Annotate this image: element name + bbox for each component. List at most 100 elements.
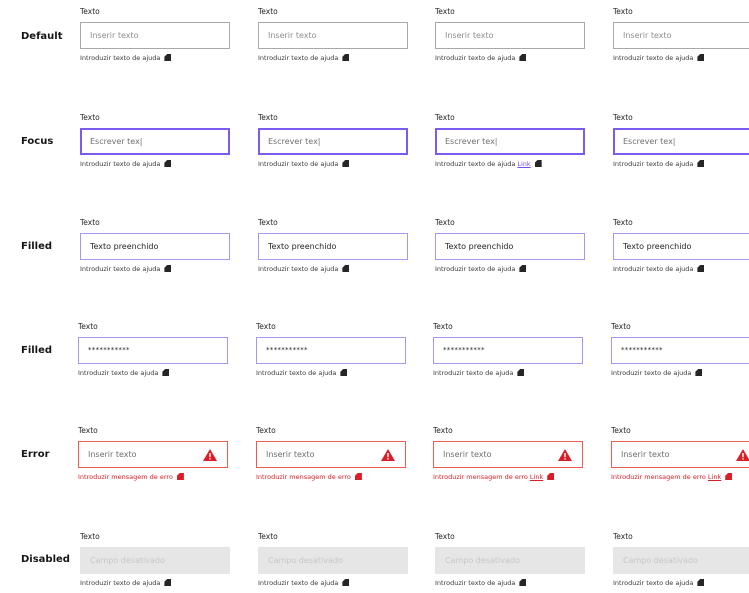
field-label: Texto	[435, 113, 455, 122]
text-input[interactable]: Escrever tex|	[435, 128, 585, 155]
helper-text: Introduzir texto de ajuda	[78, 368, 228, 378]
text-input[interactable]: Texto preenchido	[435, 233, 585, 260]
info-icon	[725, 473, 733, 480]
field-label: Texto	[611, 322, 631, 331]
text-input[interactable]: Escrever tex|	[258, 128, 408, 155]
helper-text-label: Introduzir texto de ajuda	[435, 579, 516, 587]
row-label-filled: Filled	[21, 241, 53, 252]
text-input[interactable]: Inserir texto	[256, 441, 406, 468]
helper-text-label: Introduzir texto de ajuda	[80, 54, 161, 62]
field-label: Texto	[258, 218, 278, 227]
field-label: Texto	[80, 532, 100, 541]
info-icon	[164, 579, 172, 586]
helper-text: Introduzir texto de ajuda	[258, 264, 408, 274]
info-icon	[534, 160, 542, 167]
text-input[interactable]: Texto preenchido	[258, 233, 408, 260]
field-label: Texto	[435, 7, 455, 16]
helper-text: Introduzir texto de ajuda	[435, 264, 585, 274]
info-icon	[176, 473, 184, 480]
field-label: Texto	[80, 7, 100, 16]
helper-text: Introduzir texto de ajuda	[613, 53, 749, 63]
password-input[interactable]: ***********	[256, 337, 406, 364]
text-field-filled: Texto Texto preenchido Introduzir texto …	[258, 217, 408, 274]
text-field-filled: Texto Texto preenchido Introduzir texto …	[80, 217, 230, 274]
field-label: Texto	[435, 532, 455, 541]
field-label: Texto	[613, 7, 633, 16]
text-input[interactable]: Texto preenchido	[613, 233, 749, 260]
disabled-input: Campo desativado	[613, 547, 749, 574]
field-label: Texto	[258, 113, 278, 122]
helper-text-label: Introduzir texto de ajuda	[613, 265, 694, 273]
password-input[interactable]: ***********	[78, 337, 228, 364]
info-icon	[697, 54, 705, 61]
text-input[interactable]: Texto preenchido	[80, 233, 230, 260]
field-label: Texto	[433, 322, 453, 331]
helper-text-label: Introduzir texto de ajuda	[613, 54, 694, 62]
text-input[interactable]: Escrever tex|	[613, 128, 749, 155]
info-icon	[342, 579, 350, 586]
helper-text-label: Introduzir texto de ajuda	[258, 160, 339, 168]
helper-text-label: Introduzir texto de ajuda	[613, 579, 694, 587]
helper-text-label: Introduzir texto de ajuda	[435, 265, 516, 273]
row-label-focus: Focus	[21, 136, 54, 147]
info-icon	[697, 160, 705, 167]
text-field-focus: Texto Escrever tex| Introduzir texto de …	[613, 112, 749, 169]
text-field-error: Texto Inserir texto Introduzir mensagem …	[256, 425, 406, 482]
helper-text: Introduzir texto de ajuda	[613, 159, 749, 169]
error-message-label: Introduzir mensagem de erro	[433, 473, 528, 481]
text-input[interactable]: Inserir texto	[613, 22, 749, 49]
info-icon	[164, 160, 172, 167]
password-input[interactable]: ***********	[611, 337, 749, 364]
helper-link[interactable]: Link	[517, 160, 530, 168]
helper-text-label: Introduzir texto de ajuda	[433, 369, 514, 377]
helper-text-label: Introduzir texto de ajuda	[80, 160, 161, 168]
helper-text: Introduzir texto de ajuda	[435, 53, 585, 63]
text-input[interactable]: Inserir texto	[258, 22, 408, 49]
text-field-focus: Texto Escrever tex| Introduzir texto de …	[258, 112, 408, 169]
error-link[interactable]: Link	[708, 473, 721, 481]
helper-text: Introduzir texto de ajuda	[256, 368, 406, 378]
text-field-default: Texto Inserir texto Introduzir texto de …	[80, 6, 230, 63]
info-icon	[519, 54, 527, 61]
field-label: Texto	[611, 426, 631, 435]
text-field-focus: Texto Escrever tex| Introduzir texto de …	[435, 112, 585, 169]
field-label: Texto	[256, 322, 276, 331]
helper-text-label: Introduzir texto de ajuda	[80, 265, 161, 273]
helper-text-label: Introduzir texto de ajuda	[435, 160, 516, 168]
helper-text: Introduzir texto de ajuda	[258, 53, 408, 63]
helper-text-label: Introduzir texto de ajuda	[611, 369, 692, 377]
field-label: Texto	[78, 322, 98, 331]
error-message-label: Introduzir mensagem de erro	[78, 473, 173, 481]
error-link[interactable]: Link	[530, 473, 543, 481]
text-input[interactable]: Escrever tex|	[80, 128, 230, 155]
helper-text: Introduzir texto de ajuda	[258, 578, 408, 588]
password-input[interactable]: ***********	[433, 337, 583, 364]
field-label: Texto	[258, 7, 278, 16]
info-icon	[519, 579, 527, 586]
text-input[interactable]: Inserir texto	[78, 441, 228, 468]
input-placeholder: Inserir texto	[621, 450, 670, 459]
error-message: Introduzir mensagem de erro	[78, 472, 228, 482]
text-field-error: Texto Inserir texto Introduzir mensagem …	[78, 425, 228, 482]
text-field-default: Texto Inserir texto Introduzir texto de …	[613, 6, 749, 63]
row-label-filled-password: Filled	[21, 345, 53, 356]
info-icon	[697, 265, 705, 272]
field-label: Texto	[258, 532, 278, 541]
field-label: Texto	[80, 218, 100, 227]
text-input[interactable]: Inserir texto	[80, 22, 230, 49]
field-label: Texto	[256, 426, 276, 435]
password-field-filled: Texto *********** Introduzir texto de aj…	[78, 321, 228, 378]
warning-triangle-icon	[203, 449, 217, 461]
text-input[interactable]: Inserir texto	[435, 22, 585, 49]
text-field-filled: Texto Texto preenchido Introduzir texto …	[613, 217, 749, 274]
text-input[interactable]: Inserir texto	[433, 441, 583, 468]
row-label-default: Default	[21, 31, 63, 42]
input-placeholder: Inserir texto	[88, 450, 137, 459]
info-icon	[519, 265, 527, 272]
field-label: Texto	[433, 426, 453, 435]
error-message-label: Introduzir mensagem de erro	[611, 473, 706, 481]
text-input[interactable]: Inserir texto	[611, 441, 749, 468]
disabled-input: Campo desativado	[80, 547, 230, 574]
field-label: Texto	[435, 218, 455, 227]
info-icon	[164, 265, 172, 272]
